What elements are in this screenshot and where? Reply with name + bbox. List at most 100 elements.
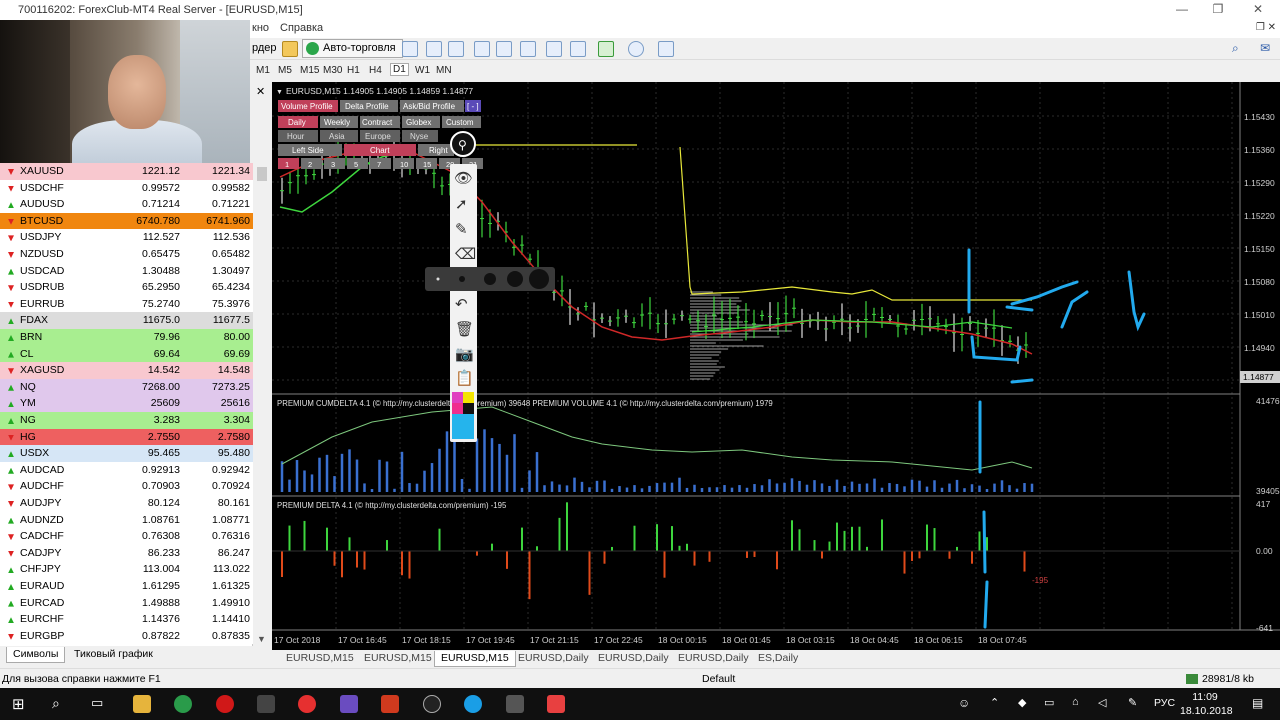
menu-item-window[interactable]: кно: [252, 22, 269, 34]
tile-windows-icon[interactable]: [520, 41, 536, 57]
ruler-icon[interactable]: ✎: [455, 221, 468, 238]
market-watch-row[interactable]: AUDCHF 0.70903 0.70924: [0, 478, 253, 495]
chrome-icon[interactable]: [174, 695, 192, 713]
chart-area[interactable]: 1.15430 1.15360 1.15290 1.15220 1.15150 …: [272, 82, 1280, 650]
chart-tab[interactable]: EURUSD,Daily: [672, 651, 755, 667]
market-watch-row[interactable]: CHFJPY 113.004 113.022: [0, 561, 253, 578]
market-watch-close-icon[interactable]: ✕: [256, 85, 265, 98]
autotrade-button[interactable]: Авто-торговля: [302, 39, 403, 58]
price-chart[interactable]: 1.15430 1.15360 1.15290 1.15220 1.15150 …: [272, 82, 1280, 650]
market-watch-row[interactable]: AUDCAD 0.92913 0.92942: [0, 461, 253, 479]
chart-tab[interactable]: ES,Daily: [752, 651, 804, 667]
market-watch-row[interactable]: AUDNZD 1.08761 1.08771: [0, 511, 253, 529]
market-watch-row[interactable]: FDAX 11675.0 11677.5: [0, 312, 253, 329]
tray-app-icon[interactable]: ◆: [1018, 696, 1026, 709]
undo-icon[interactable]: ↶: [455, 296, 468, 313]
zoom-in-icon[interactable]: [474, 41, 490, 57]
chat-icon[interactable]: ✉: [1260, 41, 1270, 55]
market-watch-row[interactable]: USDRUB 65.2950 65.4234: [0, 279, 253, 296]
tab-symbols[interactable]: Символы: [6, 647, 66, 663]
market-watch-scrollbar[interactable]: ▼: [254, 163, 270, 646]
volume-icon[interactable]: ◁: [1098, 696, 1106, 709]
color-pink-icon[interactable]: [452, 403, 463, 414]
timeframe-h4[interactable]: H4: [369, 65, 382, 76]
chart-tab[interactable]: EURUSD,M15: [280, 651, 360, 667]
chart-tab[interactable]: EURUSD,M15: [358, 651, 438, 667]
market-watch-row[interactable]: NZDUSD 0.65475 0.65482: [0, 246, 253, 263]
zoom-out-icon[interactable]: [496, 41, 512, 57]
taskbar-clock[interactable]: 11:09 18.10.2018: [1180, 690, 1233, 718]
color-blue-swatch[interactable]: [452, 414, 474, 439]
maximize-icon[interactable]: ❐: [1208, 2, 1228, 18]
market-watch-row[interactable]: XAUUSD 1221.12 1221.34: [0, 163, 253, 180]
skype-icon[interactable]: [464, 695, 482, 713]
auto-scroll-icon[interactable]: [570, 41, 586, 57]
market-watch-row[interactable]: EURAUD 1.61295 1.61325: [0, 578, 253, 595]
market-watch-row[interactable]: YM 25609 25616: [0, 395, 253, 412]
drawing-app-icon[interactable]: [423, 695, 441, 713]
opera-icon[interactable]: [216, 695, 234, 713]
market-watch-row[interactable]: USDCAD 1.30488 1.30497: [0, 262, 253, 280]
color-magenta-icon[interactable]: [452, 392, 463, 403]
eye-icon[interactable]: 👁: [454, 170, 473, 187]
market-watch-row[interactable]: NG 3.283 3.304: [0, 412, 253, 429]
pen-icon[interactable]: ✎: [1128, 696, 1137, 709]
market-watch-row[interactable]: BRN 79.96 80.00: [0, 329, 253, 346]
network-app-icon[interactable]: [506, 695, 524, 713]
recorder-icon[interactable]: [547, 695, 565, 713]
language-indicator[interactable]: РУС: [1154, 697, 1175, 709]
menu-restore-icon[interactable]: ❐ ✕: [1256, 22, 1276, 33]
chart-tab[interactable]: EURUSD,Daily: [592, 651, 675, 667]
tray-chevron-icon[interactable]: ⌃: [990, 696, 999, 709]
search-icon[interactable]: ⌕: [52, 695, 70, 713]
notifications-icon[interactable]: ▤: [1252, 696, 1263, 710]
market-watch-row[interactable]: EURGBP 0.87822 0.87835: [0, 627, 253, 645]
timeframe-m30[interactable]: M30: [323, 65, 342, 76]
search-icon[interactable]: ⌕: [1232, 41, 1239, 56]
mt4-icon[interactable]: [381, 695, 399, 713]
timeframe-m5[interactable]: M5: [278, 65, 292, 76]
explorer-icon[interactable]: [133, 695, 151, 713]
yandex-icon[interactable]: [298, 695, 316, 713]
network-icon[interactable]: ⌂: [1072, 696, 1079, 708]
indicators-icon[interactable]: [598, 41, 614, 57]
bar-chart-icon[interactable]: [402, 41, 418, 57]
meta-editor-icon[interactable]: [282, 41, 298, 57]
timeframe-mn[interactable]: MN: [436, 65, 452, 76]
new-order-button[interactable]: рдер: [252, 42, 277, 54]
timeframe-m1[interactable]: M1: [256, 65, 270, 76]
timeframe-w1[interactable]: W1: [415, 65, 430, 76]
trash-icon[interactable]: 🗑: [455, 321, 474, 338]
chart-shift-icon[interactable]: [546, 41, 562, 57]
market-watch-row[interactable]: USDX 95.465 95.480: [0, 445, 253, 462]
timeframe-h1[interactable]: H1: [347, 65, 360, 76]
minimize-icon[interactable]: —: [1172, 2, 1192, 18]
clipboard-icon[interactable]: 📋: [455, 369, 474, 387]
menu-item-help[interactable]: Справка: [280, 22, 323, 34]
market-watch-row[interactable]: AUDJPY 80.124 80.161: [0, 495, 253, 512]
candlestick-icon[interactable]: [426, 41, 442, 57]
cursor-icon[interactable]: ➚: [455, 196, 468, 213]
market-watch-row[interactable]: CADJPY 86.233 86.247: [0, 544, 253, 562]
camera-icon[interactable]: 📷: [455, 346, 474, 363]
market-watch-row[interactable]: HG 2.7550 2.7580: [0, 428, 253, 446]
chart-tab-active[interactable]: EURUSD,M15: [434, 651, 516, 667]
market-watch-row[interactable]: AUDUSD 0.71214 0.71221: [0, 196, 253, 213]
color-yellow-icon[interactable]: [463, 392, 474, 403]
tab-tick-chart[interactable]: Тиковый график: [68, 647, 159, 663]
templates-icon[interactable]: [658, 41, 674, 57]
market-watch-row[interactable]: USDCHF 0.99572 0.99582: [0, 179, 253, 197]
timeframe-d1[interactable]: D1: [390, 63, 409, 76]
close-icon[interactable]: ✕: [1248, 2, 1268, 18]
task-view-icon[interactable]: ▭: [91, 695, 109, 713]
calculator-icon[interactable]: [257, 695, 275, 713]
color-black-icon[interactable]: [463, 403, 474, 414]
market-watch-row[interactable]: EURCAD 1.49888 1.49910: [0, 594, 253, 612]
people-icon[interactable]: ☺: [958, 696, 970, 710]
market-watch-row[interactable]: NQ 7268.00 7273.25: [0, 378, 253, 396]
timeframe-m15[interactable]: M15: [300, 65, 319, 76]
chart-tab[interactable]: EURUSD,Daily: [512, 651, 595, 667]
market-watch-row[interactable]: CADCHF 0.76308 0.76316: [0, 528, 253, 545]
market-watch-row[interactable]: USDJPY 112.527 112.536: [0, 229, 253, 246]
windows-start-icon[interactable]: ⊞: [12, 695, 30, 713]
